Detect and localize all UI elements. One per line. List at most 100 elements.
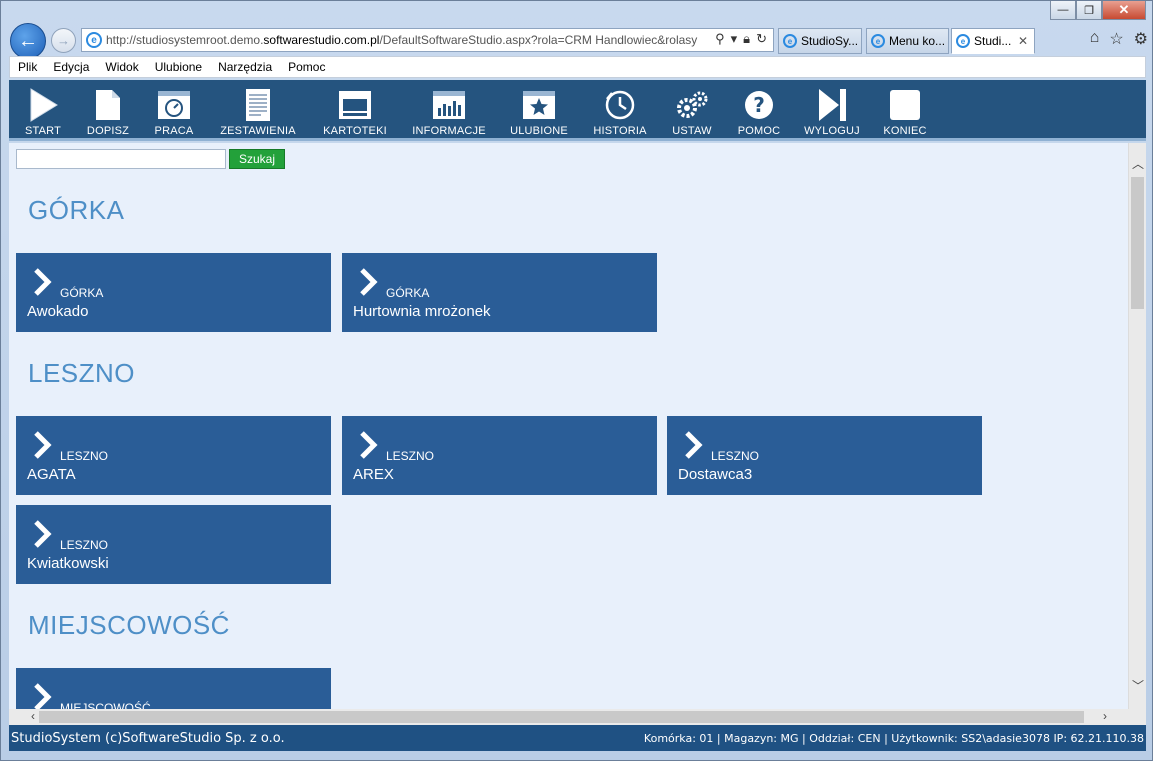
toolbar-historia-button[interactable]: HISTORIA	[589, 80, 651, 138]
tile-name: Kwiatkowski	[27, 555, 109, 572]
logout-icon	[815, 88, 849, 122]
toolbar-wyloguj-button[interactable]: WYLOGUJ	[801, 80, 863, 138]
chevron-right-icon	[32, 267, 52, 302]
list-item-tile[interactable]: LESZNO AGATA	[16, 416, 331, 495]
vertical-scroll-thumb[interactable]	[1131, 177, 1144, 309]
section-title: MIEJSCOWOŚĆ	[28, 610, 230, 640]
browser-tab[interactable]: e Menu ko...	[866, 28, 949, 54]
toolbar-pomoc-button[interactable]: ? POMOC	[735, 80, 783, 138]
status-session-info: Komórka: 01 | Magazyn: MG | Oddział: CEN…	[643, 731, 1144, 745]
toolbar-zestawienia-button[interactable]: ZESTAWIENIA	[215, 80, 301, 138]
status-bar: StudioSystem (c)SoftwareStudio Sp. z o.o…	[9, 725, 1146, 751]
list-item-tile[interactable]: GÓRKA Awokado	[16, 253, 331, 332]
tab-label: StudioSy...	[801, 34, 859, 48]
search-icon[interactable]: ⚲	[715, 31, 725, 47]
back-button[interactable]: ←	[10, 23, 46, 59]
settings-gear-icon[interactable]: ⚙	[1134, 29, 1148, 49]
tab-label: Menu ko...	[889, 34, 946, 48]
toolbar-start-button[interactable]: START	[23, 80, 63, 138]
menu-bar: Plik Edycja Widok Ulubione Narzędzia Pom…	[9, 56, 1146, 78]
toolbar-praca-button[interactable]: PRACA	[151, 80, 197, 138]
toolbar-label: START	[24, 125, 62, 137]
minimize-button[interactable]: —	[1050, 1, 1076, 20]
home-icon[interactable]: ⌂	[1090, 29, 1100, 49]
list-item-tile[interactable]: LESZNO Kwiatkowski	[16, 505, 331, 584]
refresh-icon[interactable]: ↻	[756, 31, 767, 47]
menu-item-ulubione[interactable]: Ulubione	[155, 60, 202, 74]
search-input[interactable]	[16, 149, 226, 169]
toolbar-ustaw-button[interactable]: USTAW	[667, 80, 717, 138]
star-icon	[522, 88, 556, 122]
close-tab-icon[interactable]: ✕	[1018, 34, 1028, 48]
section-title: GÓRKA	[28, 195, 125, 225]
tile-category: LESZNO	[60, 538, 109, 552]
gears-icon	[675, 88, 709, 122]
tile-name: Hurtownia mrożonek	[353, 303, 491, 320]
document-icon	[91, 88, 125, 122]
toolbar-koniec-button[interactable]: KONIEC	[879, 80, 931, 138]
scroll-down-icon[interactable]: ﹀	[1131, 677, 1145, 693]
maximize-button[interactable]: ❐	[1076, 1, 1102, 20]
browser-tab-active[interactable]: e Studi... ✕	[951, 28, 1035, 54]
status-copyright: StudioSystem (c)SoftwareStudio Sp. z o.o…	[11, 730, 285, 746]
menu-item-narzedzia[interactable]: Narzędzia	[218, 60, 272, 74]
navigation-row: ← → e http://studiosystemroot.demo.softw…	[1, 21, 1153, 59]
report-icon	[241, 88, 275, 122]
favorites-star-icon[interactable]: ☆	[1109, 29, 1123, 49]
svg-text:?: ?	[753, 93, 765, 117]
toolbar-kartoteki-button[interactable]: KARTOTEKI	[320, 80, 390, 138]
scroll-corner	[1128, 709, 1146, 725]
list-item-tile[interactable]: GÓRKA Hurtownia mrożonek	[342, 253, 657, 332]
chevron-right-icon	[32, 682, 52, 709]
menu-item-pomoc[interactable]: Pomoc	[288, 60, 325, 74]
ie-tab-icon: e	[956, 34, 970, 48]
browser-tab[interactable]: e StudioSy...	[778, 28, 862, 54]
url-domain: softwarestudio.com.pl	[263, 33, 380, 47]
ie-page-icon: e	[86, 32, 102, 48]
menu-item-edycja[interactable]: Edycja	[53, 60, 89, 74]
url-text[interactable]: http://studiosystemroot.demo.softwarestu…	[106, 33, 706, 47]
close-window-button[interactable]: ✕	[1102, 1, 1146, 20]
forward-button[interactable]: →	[51, 28, 76, 53]
tab-label: Studi...	[974, 34, 1012, 48]
window-controls: — ❐ ✕	[1050, 1, 1146, 20]
toolbar-label: KONIEC	[883, 125, 927, 137]
url-prefix: http://studiosystemroot.demo.	[106, 33, 264, 47]
toolbar-ulubione-button[interactable]: ULUBIONE	[507, 80, 571, 138]
tile-name: Dostawca3	[678, 466, 753, 483]
horizontal-scrollbar[interactable]: ‹ ›	[9, 709, 1128, 725]
toolbar-label: HISTORIA	[593, 125, 647, 137]
tile-category: MIEJSCOWOŚĆ	[60, 701, 151, 709]
address-tools: ⚲ ▾ 🔒︎ ↻	[715, 31, 767, 47]
address-bar[interactable]: e http://studiosystemroot.demo.softwares…	[81, 28, 774, 52]
toolbar-dopisz-button[interactable]: DOPISZ	[83, 80, 133, 138]
play-icon	[26, 88, 60, 122]
vertical-scrollbar[interactable]: ︿ ﹀	[1128, 143, 1146, 709]
list-item-tile[interactable]: LESZNO AREX	[342, 416, 657, 495]
stop-icon	[888, 88, 922, 122]
window-icon	[338, 88, 372, 122]
help-icon: ?	[742, 88, 776, 122]
arrow-right-icon: →	[57, 33, 70, 48]
toolbar-label: USTAW	[672, 125, 712, 137]
toolbar-label: INFORMACJE	[412, 125, 486, 137]
toolbar-label: POMOC	[737, 125, 781, 137]
toolbar-informacje-button[interactable]: INFORMACJE	[410, 80, 488, 138]
menu-item-plik[interactable]: Plik	[18, 60, 37, 74]
chevron-right-icon	[358, 430, 378, 465]
url-suffix: /DefaultSoftwareStudio.aspx?rola=CRM Han…	[379, 33, 698, 47]
lock-icon[interactable]: 🔒︎	[743, 31, 750, 47]
search-button[interactable]: Szukaj	[229, 149, 285, 169]
chevron-right-icon	[358, 267, 378, 302]
tile-name: AREX	[353, 466, 394, 483]
tile-category: LESZNO	[711, 449, 760, 463]
toolbar-label: DOPISZ	[86, 125, 130, 137]
list-item-tile[interactable]: LESZNO Dostawca3	[667, 416, 982, 495]
menu-item-widok[interactable]: Widok	[105, 60, 138, 74]
list-item-tile[interactable]: MIEJSCOWOŚĆ	[16, 668, 331, 709]
horizontal-scroll-thumb[interactable]	[39, 711, 1084, 723]
tile-category: GÓRKA	[60, 286, 104, 300]
scroll-up-icon[interactable]: ︿	[1131, 155, 1145, 171]
dropdown-icon[interactable]: ▾	[731, 31, 738, 47]
scroll-right-icon[interactable]: ›	[1097, 709, 1113, 725]
